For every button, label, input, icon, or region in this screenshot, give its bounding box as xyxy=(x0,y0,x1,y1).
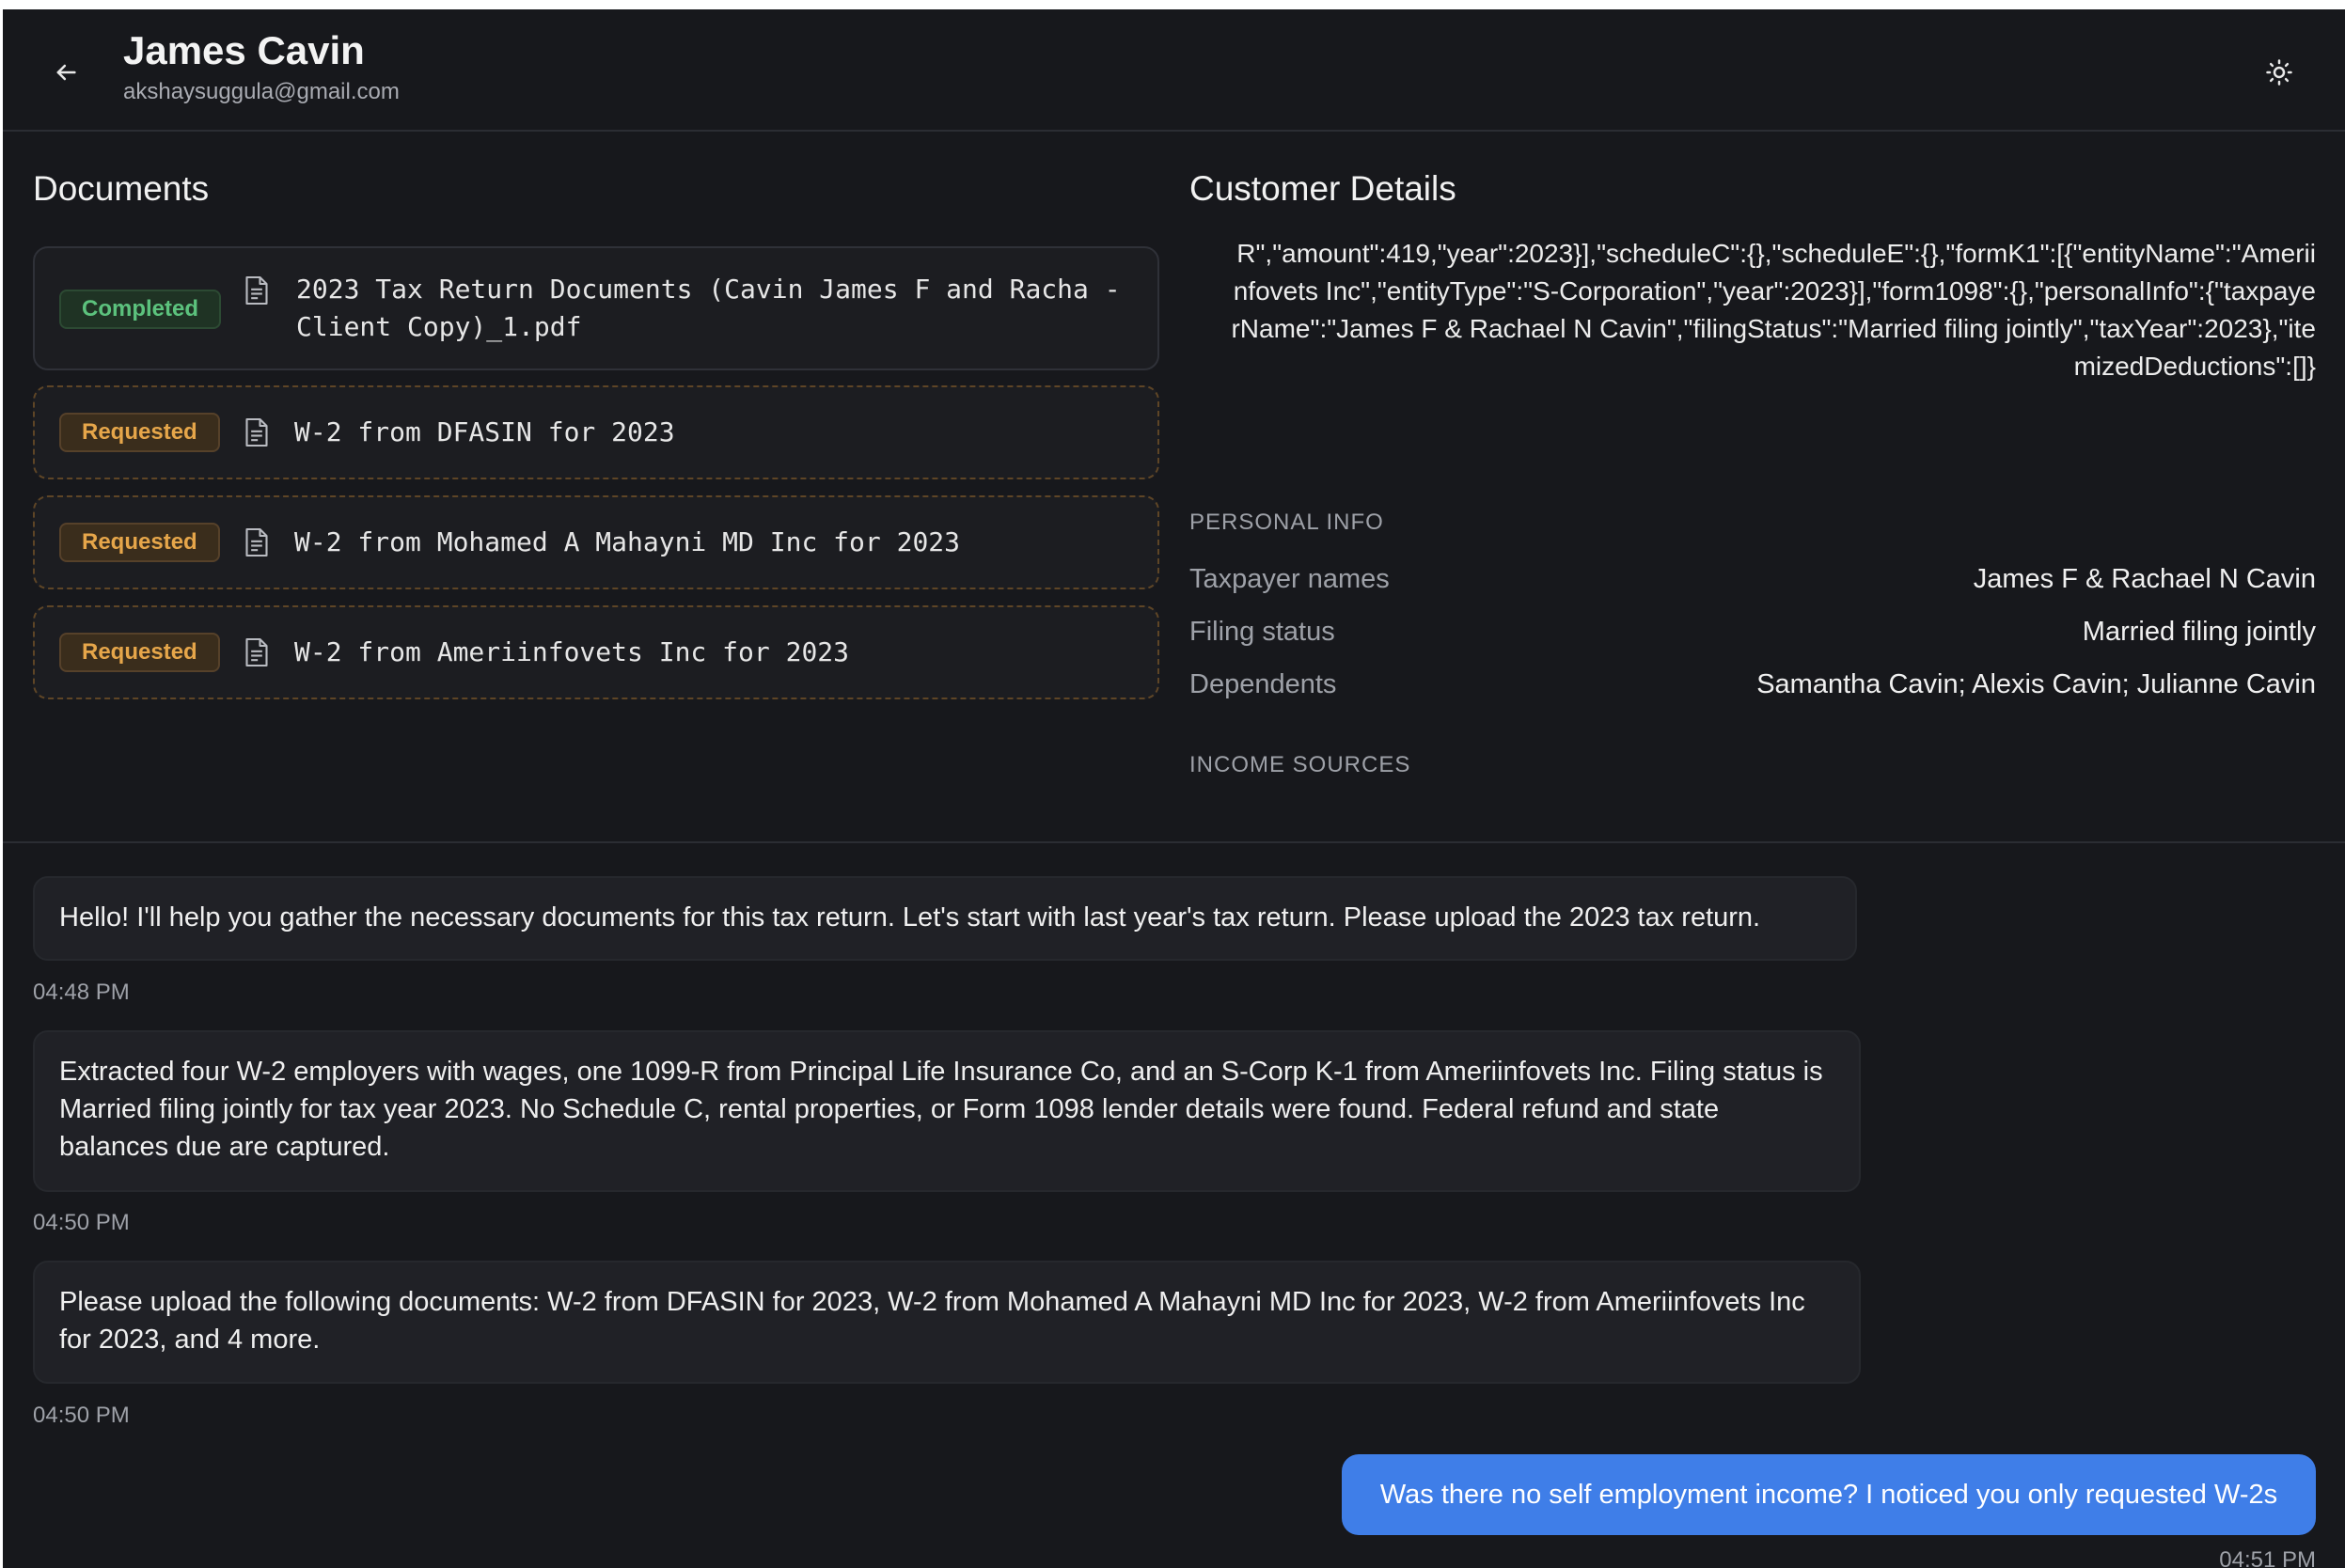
taxpayer-names-key: Taxpayer names xyxy=(1189,564,1390,594)
message-timestamp: 04:48 PM xyxy=(33,980,130,1005)
message-timestamp: 04:50 PM xyxy=(33,1403,130,1428)
dependents-key: Dependents xyxy=(1189,669,1337,699)
message-timestamp: 04:50 PM xyxy=(33,1210,130,1235)
user-message: Was there no self employment income? I n… xyxy=(1342,1454,2316,1535)
message-timestamp: 04:51 PM xyxy=(2219,1547,2316,1568)
assistant-message: Extracted four W-2 employers with wages,… xyxy=(33,1030,1861,1192)
customer-details-title: Customer Details xyxy=(1189,169,1456,208)
document-name: W-2 from DFASIN for 2023 xyxy=(294,416,675,447)
assistant-message: Hello! I'll help you gather the necessar… xyxy=(33,876,1857,961)
document-name: W-2 from Ameriinfovets Inc for 2023 xyxy=(294,636,850,667)
document-name: 2023 Tax Return Documents (Cavin James F… xyxy=(296,274,1121,342)
filing-status-key: Filing status xyxy=(1189,617,1335,647)
sun-icon xyxy=(2266,59,2292,86)
clipped-income-row xyxy=(1189,810,2316,823)
document-card-requested[interactable]: Requested W-2 from DFASIN for 2023 xyxy=(33,385,1159,479)
document-icon xyxy=(245,417,268,447)
document-card-requested[interactable]: Requested W-2 from Ameriinfovets Inc for… xyxy=(33,605,1159,699)
divider xyxy=(3,841,2345,843)
document-icon xyxy=(245,527,268,557)
back-button[interactable] xyxy=(44,51,87,94)
document-icon xyxy=(245,275,268,306)
personal-info-label: PERSONAL INFO xyxy=(1189,510,1384,535)
document-card-completed[interactable]: Completed 2023 Tax Return Documents (Cav… xyxy=(33,246,1159,370)
status-badge: Requested xyxy=(59,633,220,672)
status-badge: Requested xyxy=(59,523,220,562)
customer-name: James Cavin xyxy=(123,28,365,72)
income-sources-label: INCOME SOURCES xyxy=(1189,752,1411,777)
document-name: W-2 from Mohamed A Mahayni MD Inc for 20… xyxy=(294,526,961,557)
theme-toggle-button[interactable] xyxy=(2258,51,2301,94)
dependents-value: Samantha Cavin; Alexis Cavin; Julianne C… xyxy=(1756,669,2316,699)
customer-raw-json: R","amount":419,"year":2023}],"scheduleC… xyxy=(1231,239,2316,381)
documents-title: Documents xyxy=(33,169,210,208)
document-icon xyxy=(245,637,268,667)
arrow-left-icon xyxy=(56,64,76,81)
customer-email: akshaysuggula@gmail.com xyxy=(123,79,400,104)
app-window: James Cavin akshaysuggula@gmail.com Docu… xyxy=(3,9,2345,1568)
document-card-requested[interactable]: Requested W-2 from Mohamed A Mahayni MD … xyxy=(33,495,1159,589)
filing-status-value: Married filing jointly xyxy=(2082,617,2316,647)
assistant-message: Please upload the following documents: W… xyxy=(33,1261,1861,1384)
status-badge: Completed xyxy=(59,290,222,329)
header: James Cavin akshaysuggula@gmail.com xyxy=(3,9,2345,132)
taxpayer-names-value: James F & Rachael N Cavin xyxy=(1973,564,2316,594)
status-badge: Requested xyxy=(59,413,220,452)
